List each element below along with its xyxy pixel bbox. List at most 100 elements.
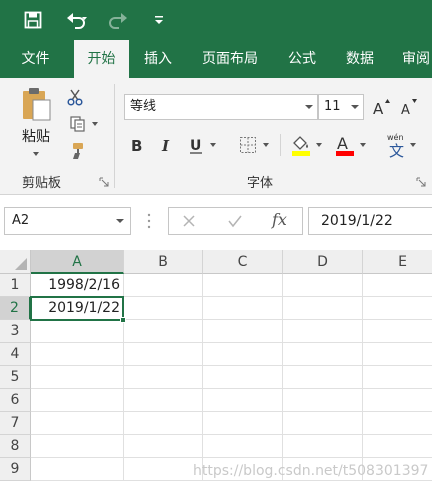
name-box[interactable]: A2 <box>4 207 131 235</box>
font-size-value: 11 <box>324 99 341 114</box>
tab-page-layout[interactable]: 页面布局 <box>192 40 268 78</box>
column-header-e[interactable]: E <box>363 250 432 274</box>
insert-function-icon[interactable]: fx <box>272 210 287 229</box>
underline-button[interactable]: U <box>182 133 222 157</box>
cell-d6[interactable] <box>283 389 363 412</box>
cell-c3[interactable] <box>203 320 283 343</box>
cell-b9[interactable] <box>124 458 203 481</box>
cell-c2[interactable] <box>203 297 283 320</box>
cell-d4[interactable] <box>283 343 363 366</box>
cell-e3[interactable] <box>363 320 432 343</box>
italic-button[interactable]: I <box>155 133 177 157</box>
font-dialog-launcher-icon[interactable] <box>416 177 426 187</box>
cell-d3[interactable] <box>283 320 363 343</box>
cell-a9[interactable] <box>31 458 124 481</box>
row-header-4[interactable]: 4 <box>0 343 31 366</box>
cell-b8[interactable] <box>124 435 203 458</box>
cell-b2[interactable] <box>124 297 203 320</box>
font-name-dropdown[interactable]: 等线 <box>124 94 318 120</box>
font-color-dropdown-arrow <box>360 143 366 147</box>
cell-e7[interactable] <box>363 412 432 435</box>
cell-c8[interactable] <box>203 435 283 458</box>
borders-button[interactable] <box>234 133 274 157</box>
customize-qat-button[interactable] <box>152 6 166 34</box>
cell-b4[interactable] <box>124 343 203 366</box>
row-header-8[interactable]: 8 <box>0 435 31 458</box>
tab-insert[interactable]: 插入 <box>133 40 183 78</box>
copy-dropdown-arrow <box>91 122 98 126</box>
cell-b1[interactable] <box>124 274 203 297</box>
column-header-c[interactable]: C <box>203 250 283 274</box>
cell-e4[interactable] <box>363 343 432 366</box>
cell-b6[interactable] <box>124 389 203 412</box>
cell-b5[interactable] <box>124 366 203 389</box>
cell-c7[interactable] <box>203 412 283 435</box>
cell-a6[interactable] <box>31 389 124 412</box>
formula-bar: A2 fx 2019/1/22 <box>0 196 432 246</box>
format-painter-button[interactable] <box>64 140 86 162</box>
cell-d7[interactable] <box>283 412 363 435</box>
cell-a3[interactable] <box>31 320 124 343</box>
cell-b7[interactable] <box>124 412 203 435</box>
tab-review[interactable]: 审阅 <box>392 40 432 78</box>
tab-formulas[interactable]: 公式 <box>278 40 326 78</box>
cell-c4[interactable] <box>203 343 283 366</box>
bold-button[interactable]: B <box>126 133 148 157</box>
formula-controls: fx <box>168 207 303 235</box>
grow-font-button[interactable]: A <box>371 95 393 119</box>
cell-a1[interactable]: 1998/2/16 <box>31 274 124 297</box>
cell-d8[interactable] <box>283 435 363 458</box>
fill-handle[interactable] <box>120 317 126 323</box>
row-header-7[interactable]: 7 <box>0 412 31 435</box>
cell-e2[interactable] <box>363 297 432 320</box>
cell-e6[interactable] <box>363 389 432 412</box>
row-header-5[interactable]: 5 <box>0 366 31 389</box>
select-all-button[interactable] <box>0 250 31 274</box>
undo-button[interactable] <box>60 6 94 34</box>
cell-d2[interactable] <box>283 297 363 320</box>
tab-file[interactable]: 文件 <box>8 40 63 78</box>
row-header-3[interactable]: 3 <box>0 320 31 343</box>
cell-e8[interactable] <box>363 435 432 458</box>
cell-d5[interactable] <box>283 366 363 389</box>
watermark: https://blog.csdn.net/t508301397 <box>193 463 429 479</box>
font-size-dropdown[interactable]: 11 <box>318 94 364 120</box>
cell-e1[interactable] <box>363 274 432 297</box>
paste-button[interactable]: 粘贴 <box>14 86 58 156</box>
cell-c6[interactable] <box>203 389 283 412</box>
cell-a2[interactable]: 2019/1/22 <box>31 297 124 320</box>
tab-data[interactable]: 数据 <box>336 40 384 78</box>
formula-input[interactable]: 2019/1/22 <box>308 207 432 235</box>
cell-d1[interactable] <box>283 274 363 297</box>
svg-text:A: A <box>373 100 384 117</box>
row-header-2[interactable]: 2 <box>0 297 31 320</box>
cell-b3[interactable] <box>124 320 203 343</box>
row-header-9[interactable]: 9 <box>0 458 31 481</box>
tab-home[interactable]: 开始 <box>74 40 129 78</box>
fill-color-button[interactable] <box>286 131 326 159</box>
row-header-1[interactable]: 1 <box>0 274 31 297</box>
font-color-button[interactable]: A <box>330 131 370 159</box>
redo-button[interactable] <box>104 6 134 34</box>
cell-e5[interactable] <box>363 366 432 389</box>
cell-c5[interactable] <box>203 366 283 389</box>
paste-dropdown-arrow <box>33 152 39 156</box>
enter-icon[interactable] <box>227 214 243 228</box>
shrink-font-button[interactable]: A <box>398 95 420 119</box>
clipboard-dialog-launcher-icon[interactable] <box>99 177 109 187</box>
font-group-label: 字体 <box>247 176 274 191</box>
phonetic-guide-button[interactable]: wén 文 <box>380 130 420 160</box>
column-header-a[interactable]: A <box>31 250 124 274</box>
column-header-d[interactable]: D <box>283 250 363 274</box>
cell-a4[interactable] <box>31 343 124 366</box>
cancel-icon[interactable] <box>182 214 196 228</box>
copy-button[interactable] <box>64 113 102 135</box>
row-header-6[interactable]: 6 <box>0 389 31 412</box>
cut-button[interactable] <box>64 86 86 108</box>
cell-a5[interactable] <box>31 366 124 389</box>
cell-a8[interactable] <box>31 435 124 458</box>
cell-c1[interactable] <box>203 274 283 297</box>
cell-a7[interactable] <box>31 412 124 435</box>
save-button[interactable] <box>20 6 46 34</box>
column-header-b[interactable]: B <box>124 250 203 274</box>
